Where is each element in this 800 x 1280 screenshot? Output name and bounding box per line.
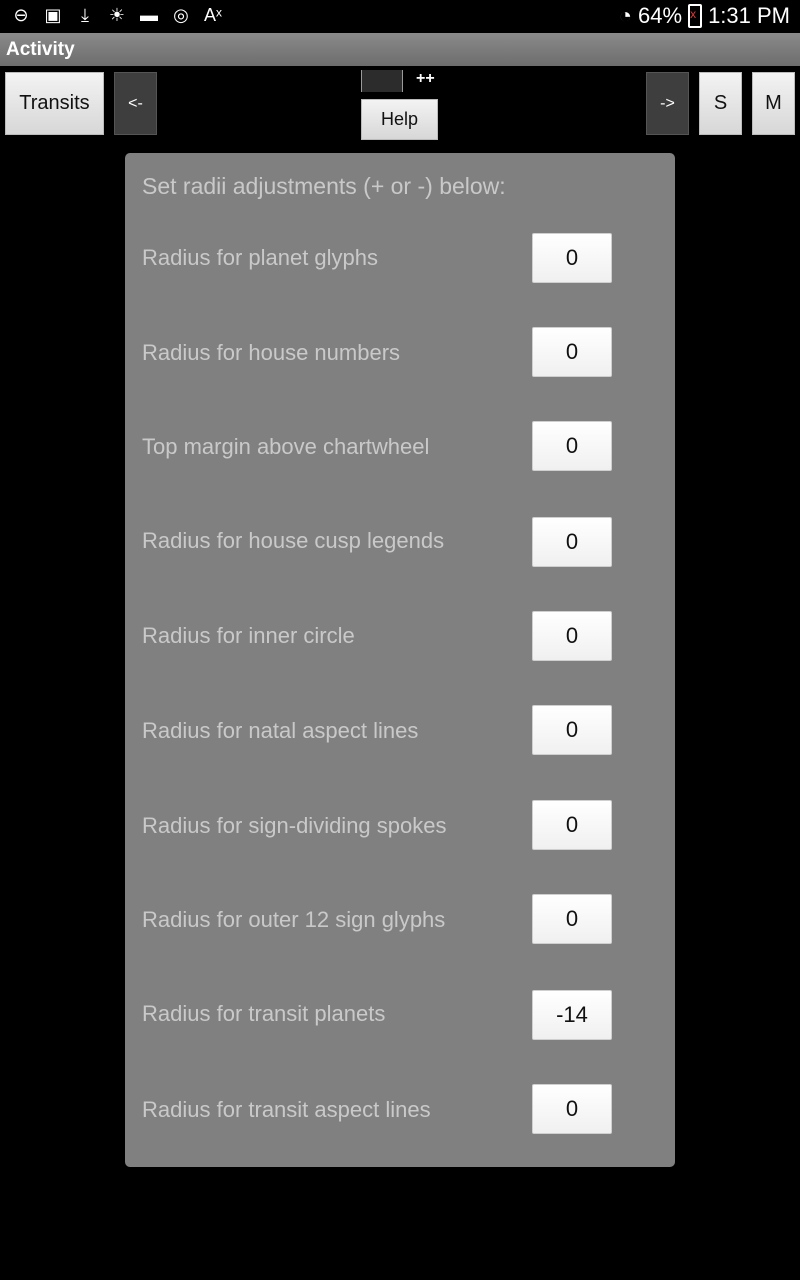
back-button[interactable]: <- (114, 72, 157, 135)
input-house-cusp-legends[interactable]: 0 (532, 517, 612, 567)
input-outer-sign-glyphs[interactable]: 0 (532, 894, 612, 944)
status-right: ◔ 64% 1:31 PM (619, 3, 790, 29)
status-icons: ⊖ ▣ ⤓ ☀ ▬ ◎ Aˣ (10, 4, 224, 26)
sync-icon: ◎ (173, 5, 189, 25)
battery-percent: 64% (638, 3, 683, 28)
radii-panel: Set radii adjustments (+ or -) below: Ra… (125, 153, 675, 1167)
input-inner-circle[interactable]: 0 (532, 611, 612, 661)
status-bar: ⊖ ▣ ⤓ ☀ ▬ ◎ Aˣ ◔ 64% 1:31 PM (0, 0, 800, 33)
input-transit-aspect-lines[interactable]: 0 (532, 1084, 612, 1134)
transits-button[interactable]: Transits (5, 72, 104, 135)
row-label-natal-aspect-lines: Radius for natal aspect lines (142, 718, 419, 743)
row-label-top-margin: Top margin above chartwheel (142, 434, 430, 459)
row-label-inner-circle: Radius for inner circle (142, 623, 355, 648)
row-label-planet-glyphs: Radius for planet glyphs (142, 245, 379, 270)
row-label-sign-dividing-spokes: Radius for sign-dividing spokes (142, 813, 447, 838)
clock: 1:31 PM (708, 3, 790, 28)
input-planet-glyphs[interactable]: 0 (532, 233, 612, 283)
help-button[interactable]: Help (361, 99, 438, 140)
translate-icon: Aˣ (204, 5, 222, 25)
row-label-house-numbers: Radius for house numbers (142, 340, 401, 365)
row-label-outer-sign-glyphs: Radius for outer 12 sign glyphs (142, 907, 446, 932)
wifi-icon: ◔ (618, 3, 633, 28)
title-bar: Activity (0, 33, 800, 66)
row-label-transit-planets: Radius for transit planets (142, 1001, 386, 1026)
input-transit-planets[interactable]: -14 (532, 990, 612, 1040)
input-sign-dividing-spokes[interactable]: 0 (532, 800, 612, 850)
forward-button[interactable]: -> (646, 72, 689, 135)
battery-icon (688, 4, 703, 28)
s-button[interactable]: S (699, 72, 742, 135)
input-house-numbers[interactable]: 0 (532, 327, 612, 377)
m-button[interactable]: M (752, 72, 795, 135)
input-natal-aspect-lines[interactable]: 0 (532, 705, 612, 755)
download-icon: ⤓ (81, 5, 89, 25)
panel-header: Set radii adjustments (+ or -) below: (142, 173, 506, 199)
folder-icon: ▬ (140, 5, 158, 25)
dnd-icon: ⊖ (13, 5, 29, 25)
mode-toggle[interactable] (361, 70, 403, 92)
image-icon: ▣ (44, 5, 62, 25)
row-label-transit-aspect-lines: Radius for transit aspect lines (142, 1097, 431, 1122)
brightness-icon: ☀ (108, 5, 126, 25)
row-label-house-cusp-legends: Radius for house cusp legends (142, 528, 445, 553)
plus-plus-label[interactable]: ++ (416, 70, 435, 88)
input-top-margin[interactable]: 0 (532, 421, 612, 471)
